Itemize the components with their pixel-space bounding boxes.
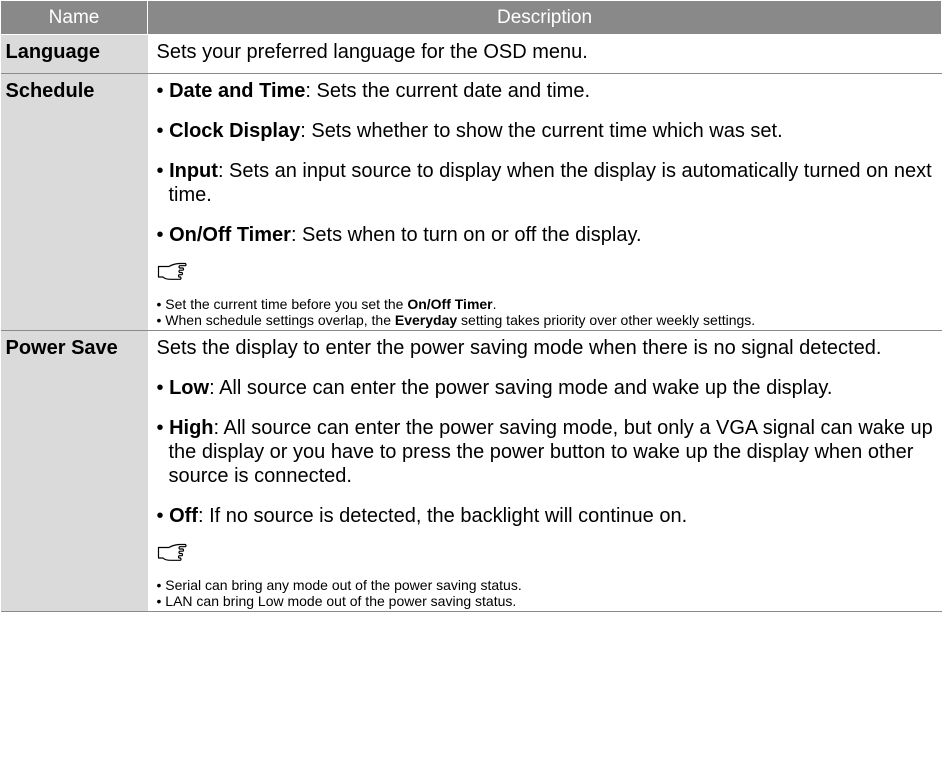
schedule-note: • Set the current time before you set th… <box>156 296 497 312</box>
row-name-schedule: Schedule <box>0 73 148 331</box>
header-name: Name <box>0 0 148 35</box>
pointing-hand-icon <box>157 543 187 561</box>
power-save-item: • Off: If no source is detected, the bac… <box>156 505 688 527</box>
row-name-language: Language <box>0 34 148 74</box>
header-description: Description <box>147 0 942 35</box>
schedule-item: • Date and Time: Sets the current date a… <box>156 80 591 102</box>
power-save-notes: • Serial can bring any mode out of the p… <box>157 577 934 611</box>
settings-table: Name Description Language Sets your pref… <box>0 0 942 612</box>
power-save-note: • Serial can bring any mode out of the p… <box>156 577 522 593</box>
power-save-note: • LAN can bring Low mode out of the powe… <box>156 593 517 609</box>
table-header: Name Description <box>0 0 942 35</box>
row-desc-schedule: • Date and Time: Sets the current date a… <box>147 73 942 331</box>
row-desc-language: Sets your preferred language for the OSD… <box>147 34 942 74</box>
power-save-item: • Low: All source can enter the power sa… <box>156 377 833 399</box>
schedule-item: • Input: Sets an input source to display… <box>156 160 932 206</box>
row-desc-power-save: Sets the display to enter the power savi… <box>147 330 942 612</box>
schedule-note: • When schedule settings overlap, the Ev… <box>156 312 756 328</box>
power-save-intro: Sets the display to enter the power savi… <box>156 337 882 359</box>
schedule-notes: • Set the current time before you set th… <box>157 296 934 330</box>
table-row-schedule: Schedule • Date and Time: Sets the curre… <box>0 73 942 331</box>
schedule-item: • Clock Display: Sets whether to show th… <box>156 120 783 142</box>
table-row-language: Language Sets your preferred language fo… <box>0 34 942 74</box>
schedule-item: • On/Off Timer: Sets when to turn on or … <box>156 224 642 246</box>
table-row-power-save: Power Save Sets the display to enter the… <box>0 330 942 612</box>
row-name-power-save: Power Save <box>0 330 148 612</box>
pointing-hand-icon <box>157 262 187 280</box>
power-save-item: • High: All source can enter the power s… <box>156 417 933 487</box>
language-description: Sets your preferred language for the OSD… <box>156 41 588 63</box>
